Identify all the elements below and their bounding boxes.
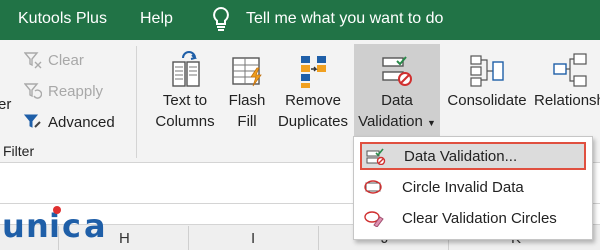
remove-duplicates-line1: Remove [285, 92, 341, 109]
menu-item-data-validation-label: Data Validation... [404, 147, 518, 165]
svg-text:c: c [62, 207, 81, 245]
relationships-icon [553, 53, 587, 87]
sort-label-partial[interactable]: er [0, 92, 11, 116]
clear-filter-button[interactable]: Clear [24, 48, 84, 72]
clear-filter-icon [24, 52, 42, 69]
filter-group-label: Filter [3, 143, 35, 159]
data-validation-dropdown: Data Validation... Circle Invalid Data C… [353, 136, 593, 240]
sort-label-partial-text: er [0, 95, 12, 113]
menu-item-circle-invalid-data-label: Circle Invalid Data [402, 178, 524, 196]
reapply-filter-button[interactable]: Reapply [24, 79, 103, 103]
menu-item-circle-invalid-data[interactable]: Circle Invalid Data [360, 173, 586, 201]
data-validation-button[interactable]: Data Validation ▼ [354, 44, 440, 138]
reapply-filter-icon [24, 83, 42, 99]
tell-me-search[interactable]: Tell me what you want to do [246, 10, 443, 28]
clear-filter-label: Clear [48, 51, 84, 69]
data-validation-line1: Data [381, 92, 413, 109]
clear-validation-circles-icon [364, 211, 384, 227]
menu-item-clear-validation-circles[interactable]: Clear Validation Circles [360, 204, 586, 232]
menu-item-data-validation[interactable]: Data Validation... [360, 142, 586, 170]
flash-fill-line1: Flash [228, 92, 266, 109]
data-validation-icon [366, 148, 386, 165]
chevron-down-icon: ▼ [427, 118, 436, 128]
column-divider [318, 226, 319, 250]
group-separator [136, 46, 137, 158]
remove-duplicates-line2: Duplicates [277, 113, 349, 130]
relationships-button[interactable]: Relationsh [534, 50, 600, 111]
svg-text:a: a [84, 207, 106, 245]
svg-text:n: n [26, 207, 49, 245]
data-validation-icon [382, 56, 412, 86]
remove-duplicates-icon [301, 56, 326, 88]
text-to-columns-line1: Text to [162, 92, 208, 109]
advanced-filter-button[interactable]: Advanced [24, 110, 115, 134]
text-to-columns-line2: Columns [155, 113, 215, 130]
flash-fill-icon [232, 57, 262, 87]
column-header-i[interactable]: I [251, 230, 255, 247]
tab-kutools-plus[interactable]: Kutools Plus [18, 10, 107, 28]
data-validation-line2: Validation ▼ [354, 111, 440, 134]
unica-watermark-logo: u n i c a [0, 205, 140, 250]
consolidate-icon [470, 55, 504, 87]
svg-text:u: u [2, 207, 25, 245]
flash-fill-button[interactable]: Flash Fill [224, 50, 270, 132]
consolidate-label: Consolidate [447, 92, 527, 109]
advanced-filter-icon [24, 114, 41, 128]
text-to-columns-button[interactable]: Text to Columns [147, 50, 223, 132]
relationships-label: Relationsh [534, 92, 600, 109]
reapply-filter-label: Reapply [48, 82, 104, 100]
tab-help[interactable]: Help [140, 10, 173, 28]
text-to-columns-icon [172, 51, 200, 87]
circle-invalid-data-icon [364, 180, 382, 194]
advanced-filter-label: Advanced [48, 113, 115, 131]
menu-item-clear-validation-circles-label: Clear Validation Circles [402, 209, 557, 227]
remove-duplicates-button[interactable]: Remove Duplicates [272, 50, 354, 132]
column-divider [188, 226, 189, 250]
data-validation-line2-text: Validation [358, 113, 423, 130]
lightbulb-icon [211, 6, 231, 37]
flash-fill-line2: Fill [237, 113, 257, 130]
consolidate-button[interactable]: Consolidate [441, 50, 533, 111]
